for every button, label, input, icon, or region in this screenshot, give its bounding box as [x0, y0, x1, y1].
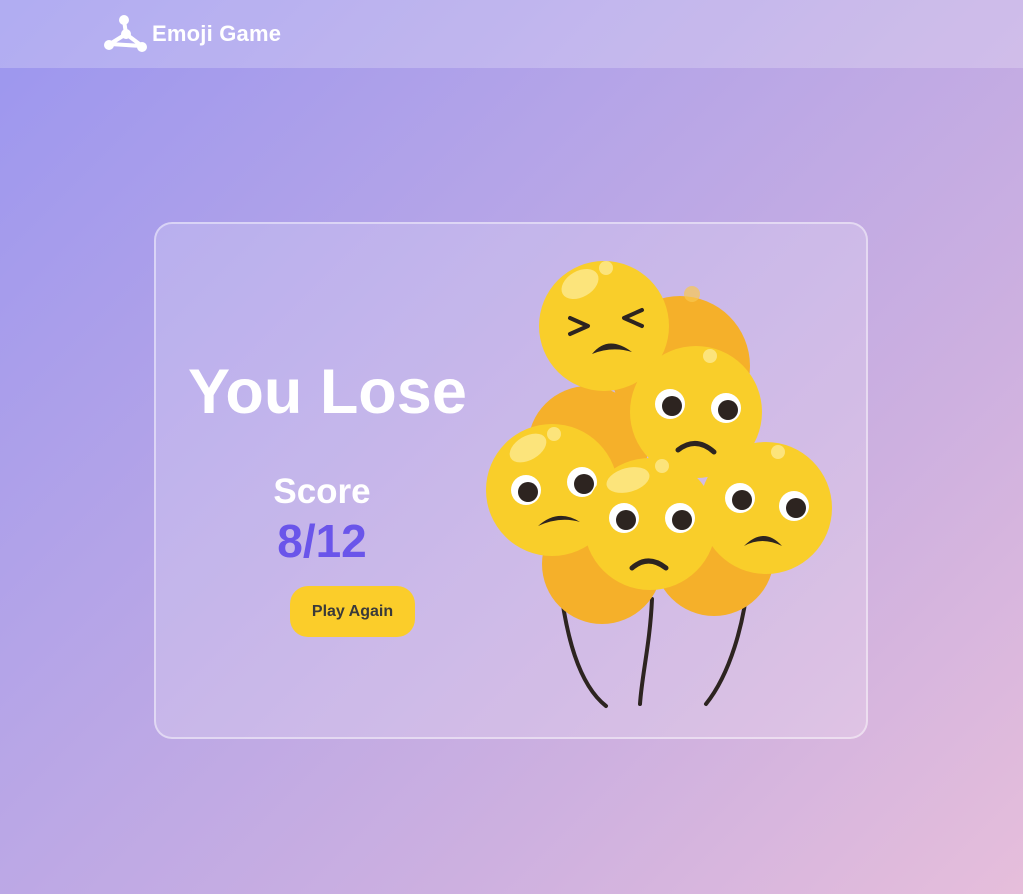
- result-title: You Lose: [188, 357, 467, 427]
- navbar: Emoji Game: [0, 0, 1023, 68]
- sad-emoji-balloons-image: [486, 261, 832, 708]
- score-label: Score: [273, 472, 371, 511]
- result-summary: You Lose Score 8/12 Play Again: [188, 224, 467, 737]
- result-card: You Lose Score 8/12 Play Again: [154, 222, 868, 739]
- brand-title: Emoji Game: [152, 21, 282, 46]
- brand[interactable]: Emoji Game: [104, 14, 281, 54]
- molecule-logo-icon: [104, 15, 147, 52]
- play-again-button[interactable]: Play Again: [290, 586, 415, 637]
- score-value: 8/12: [277, 515, 367, 567]
